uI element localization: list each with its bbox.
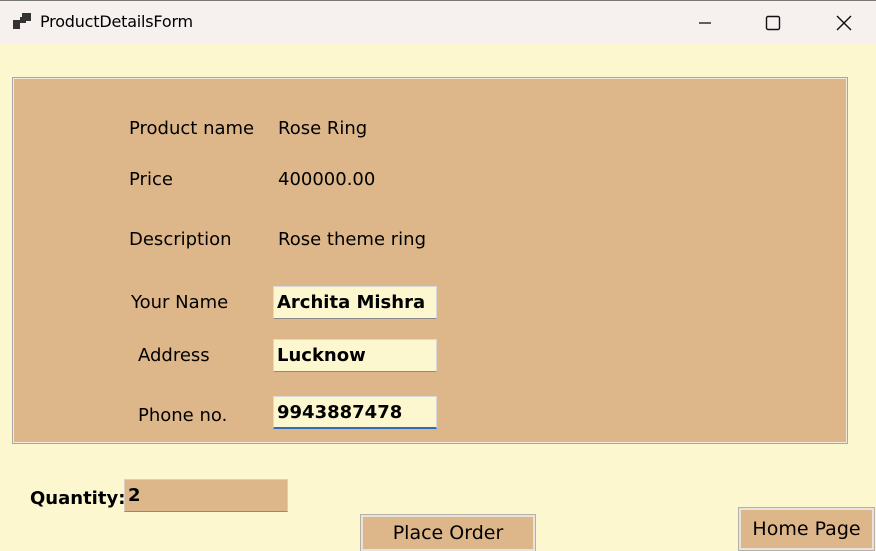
product-name-value: Rose Ring (278, 118, 368, 139)
maximize-icon (765, 15, 781, 31)
price-value: 400000.00 (278, 169, 376, 190)
address-field[interactable]: Lucknow (273, 339, 437, 372)
phone-field[interactable]: 9943887478 (273, 396, 437, 429)
phone-label: Phone no. (138, 405, 228, 426)
app-icon (13, 13, 31, 29)
home-page-button[interactable]: Home Page (738, 507, 875, 551)
quantity-field[interactable]: 2 (124, 479, 288, 512)
product-details-panel: Product name Rose Ring Price 400000.00 D… (12, 77, 848, 444)
close-button[interactable] (821, 1, 867, 45)
quantity-label: Quantity: (30, 488, 126, 509)
product-name-label: Product name (129, 118, 255, 139)
maximize-button[interactable] (750, 1, 796, 45)
description-label: Description (129, 229, 232, 250)
your-name-field[interactable]: Archita Mishra (273, 286, 437, 319)
minimize-icon (699, 22, 711, 24)
description-value: Rose theme ring (278, 229, 426, 250)
address-label: Address (138, 345, 210, 366)
price-label: Price (129, 169, 173, 190)
title-bar: ProductDetailsForm (0, 0, 876, 45)
close-icon (836, 15, 852, 31)
your-name-label: Your Name (131, 292, 229, 313)
window-title: ProductDetailsForm (40, 12, 193, 31)
minimize-button[interactable] (682, 1, 728, 45)
